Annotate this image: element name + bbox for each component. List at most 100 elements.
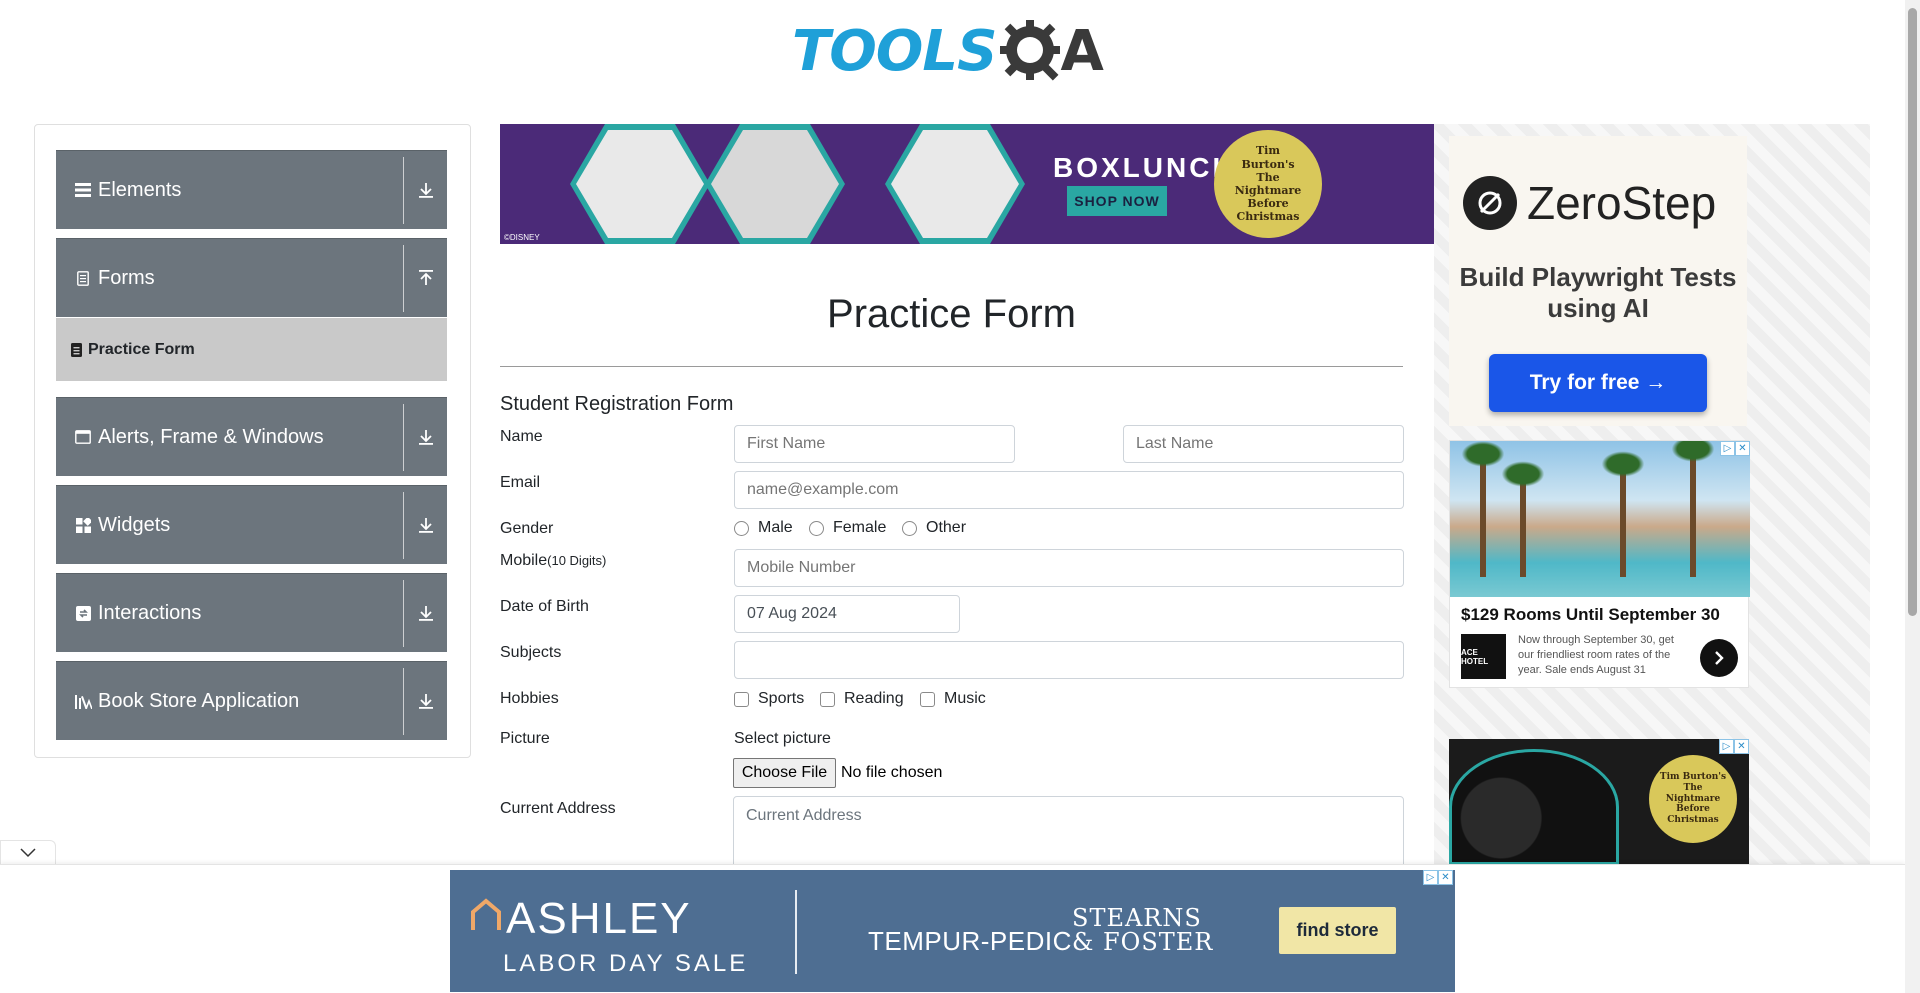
pool-resort-image bbox=[1450, 441, 1750, 597]
palm-tree bbox=[1668, 441, 1718, 577]
sidebar-item-practice-form[interactable]: Practice Form bbox=[56, 318, 447, 381]
checkbox-label: Music bbox=[944, 690, 986, 707]
sidebar-group-alerts[interactable]: Alerts, Frame & Windows bbox=[56, 397, 447, 476]
ad-shop-now-button[interactable]: SHOP NOW bbox=[1067, 186, 1167, 216]
sidebar-group-forms[interactable]: Forms bbox=[56, 238, 447, 317]
try-for-free-button[interactable]: Try for free → bbox=[1489, 354, 1707, 412]
file-status-text: No file chosen bbox=[841, 764, 943, 781]
last-name-input[interactable] bbox=[1123, 425, 1404, 463]
house-icon bbox=[471, 898, 501, 930]
page-title: Practice Form bbox=[827, 292, 1076, 336]
address-label: Current Address bbox=[500, 800, 616, 817]
ashley-sale: LABOR DAY SALE bbox=[503, 950, 749, 977]
stearns-line: STEARNS bbox=[1072, 904, 1202, 932]
hobby-checkbox-reading[interactable]: Reading bbox=[820, 690, 904, 708]
document-icon bbox=[74, 270, 92, 286]
hamburger-icon bbox=[74, 183, 92, 197]
radio-circle[interactable] bbox=[734, 520, 749, 536]
form-icon bbox=[71, 342, 82, 357]
divider bbox=[403, 579, 404, 647]
vertical-scrollbar[interactable] bbox=[1905, 0, 1920, 993]
checkbox-box[interactable] bbox=[734, 691, 749, 707]
radio-circle[interactable] bbox=[902, 520, 917, 536]
gender-radio-female[interactable]: Female bbox=[809, 519, 886, 537]
hobby-checkbox-music[interactable]: Music bbox=[920, 690, 986, 708]
gear-q-icon bbox=[1000, 20, 1061, 81]
zerostep-ad[interactable]: ZeroStep Build Playwright Tests using AI… bbox=[1449, 136, 1747, 426]
collapse-ad-button[interactable] bbox=[0, 840, 56, 865]
ace-headline: $129 Rooms Until September 30 bbox=[1461, 605, 1720, 624]
subjects-input[interactable] bbox=[734, 641, 1404, 679]
window-icon bbox=[74, 430, 92, 444]
sidebar-group-interactions[interactable]: Interactions bbox=[56, 573, 447, 652]
widgets-icon bbox=[74, 517, 92, 533]
checkbox-label: Reading bbox=[844, 690, 904, 707]
radio-label: Male bbox=[758, 519, 793, 536]
sidebar-group-label: Alerts, Frame & Windows bbox=[98, 425, 324, 448]
mobile-label-text: Mobile bbox=[500, 552, 548, 569]
gender-label: Gender bbox=[500, 520, 554, 537]
checkbox-box[interactable] bbox=[820, 691, 835, 707]
find-store-button[interactable]: find store bbox=[1279, 907, 1396, 954]
email-input[interactable] bbox=[734, 471, 1404, 509]
checkbox-label: Sports bbox=[758, 690, 805, 707]
ashley-brand: ASHLEY bbox=[506, 894, 692, 943]
logo-text-a: A bbox=[1060, 19, 1103, 84]
mobile-label: Mobile(10 Digits) bbox=[500, 552, 606, 570]
sidebar-group-label: Widgets bbox=[98, 513, 171, 536]
zerostep-name: ZeroStep bbox=[1527, 177, 1717, 229]
logo-text-tools: TOOLS bbox=[792, 19, 997, 84]
divider bbox=[403, 244, 404, 312]
adchoices-icon[interactable]: ▷ ✕ bbox=[1423, 870, 1453, 885]
download-arrow-icon[interactable] bbox=[404, 517, 447, 533]
sidebar-group-label: Forms bbox=[98, 266, 155, 289]
download-arrow-icon[interactable] bbox=[404, 693, 447, 709]
gender-radio-male[interactable]: Male bbox=[734, 519, 793, 537]
checkbox-box[interactable] bbox=[920, 691, 935, 707]
tempur-pedic-logo: TEMPUR-PEDIC bbox=[868, 926, 1072, 956]
palm-tree bbox=[1598, 449, 1648, 577]
ad-seal: Tim Burton's The Nightmare Before Christ… bbox=[1649, 755, 1737, 843]
sidebar-group-widgets[interactable]: Widgets bbox=[56, 485, 447, 564]
chevron-down-icon bbox=[20, 848, 36, 858]
download-arrow-icon[interactable] bbox=[404, 429, 447, 445]
subjects-label: Subjects bbox=[500, 644, 562, 661]
zerostep-logo-icon bbox=[1463, 176, 1517, 230]
first-name-input[interactable] bbox=[734, 425, 1015, 463]
chevron-right-icon[interactable] bbox=[1700, 639, 1738, 677]
download-arrow-icon[interactable] bbox=[404, 605, 447, 621]
ace-hotel-logo: ACE HOTEL bbox=[1461, 634, 1506, 679]
sidebar-group-elements[interactable]: Elements bbox=[56, 150, 447, 229]
hobby-checkbox-sports[interactable]: Sports bbox=[734, 690, 804, 708]
date-of-birth-input[interactable]: 07 Aug 2024 bbox=[734, 595, 960, 633]
ace-hotel-ad[interactable]: ▷ ✕ $129 Rooms Until September 30 ACE HOT… bbox=[1449, 440, 1750, 688]
ace-body: Now through September 30, get our friend… bbox=[1518, 634, 1674, 676]
upload-arrow-icon[interactable] bbox=[404, 270, 447, 286]
divider bbox=[403, 667, 404, 735]
ad-brand: BOXLUNCH bbox=[1053, 152, 1236, 183]
nightmare-before-christmas-ad[interactable]: Tim Burton's The Nightmare Before Christ… bbox=[1449, 739, 1749, 865]
choose-file-button[interactable]: Choose File bbox=[733, 758, 836, 788]
library-icon bbox=[74, 694, 92, 709]
radio-circle[interactable] bbox=[809, 520, 824, 536]
stearns-foster-logo: STEARNS & FOSTER bbox=[1072, 906, 1213, 954]
name-label: Name bbox=[500, 428, 543, 445]
ashley-ad[interactable]: ASHLEY LABOR DAY SALE TEMPUR-PEDIC STEAR… bbox=[450, 870, 1455, 992]
download-arrow-icon[interactable] bbox=[404, 182, 447, 198]
sidebar-group-label: Interactions bbox=[98, 601, 202, 624]
palm-tree bbox=[1498, 459, 1548, 577]
boxlunch-banner-ad[interactable]: BOXLUNCH SHOP NOW Tim Burton's The Night… bbox=[500, 124, 1434, 244]
ad-product-image bbox=[885, 124, 1025, 244]
sidebar-group-label: Elements bbox=[98, 178, 182, 201]
toolsqa-logo[interactable]: TOOLS A bbox=[792, 14, 1104, 90]
mobile-input[interactable] bbox=[734, 549, 1404, 587]
title-divider bbox=[500, 366, 1403, 367]
divider bbox=[403, 491, 404, 559]
sidebar-group-book-store[interactable]: Book Store Application bbox=[56, 661, 447, 740]
picture-label: Picture bbox=[500, 730, 550, 747]
adchoices-icon[interactable]: ▷ ✕ bbox=[1720, 441, 1750, 456]
ad-seal: Tim Burton's The Nightmare Before Christ… bbox=[1214, 130, 1322, 238]
scrollbar-thumb[interactable] bbox=[1908, 8, 1917, 616]
gender-radio-other[interactable]: Other bbox=[902, 519, 966, 537]
adchoices-icon[interactable]: ▷ ✕ bbox=[1719, 739, 1749, 754]
